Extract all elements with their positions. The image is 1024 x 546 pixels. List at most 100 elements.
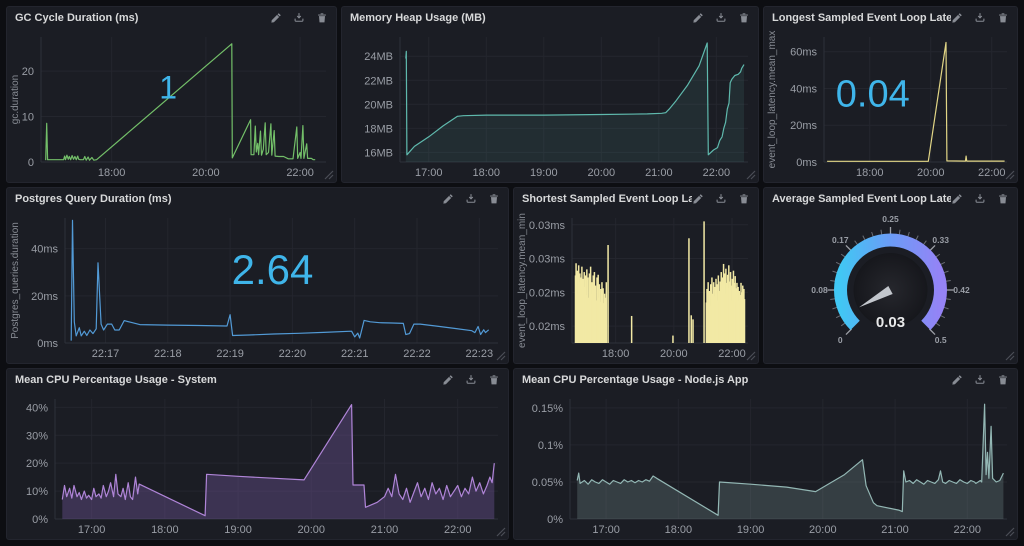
trash-icon[interactable] xyxy=(488,193,500,205)
resize-handle[interactable] xyxy=(1005,170,1015,180)
panel-actions xyxy=(442,193,500,205)
download-icon[interactable] xyxy=(974,193,986,205)
grafana-dashboard: GC Cycle Duration (ms) 18:0020:0022:0001… xyxy=(0,0,1024,546)
resize-handle[interactable] xyxy=(496,351,506,361)
svg-text:40ms: 40ms xyxy=(790,83,817,95)
resize-handle[interactable] xyxy=(1005,527,1015,537)
edit-icon[interactable] xyxy=(442,193,454,205)
resize-handle[interactable] xyxy=(1005,351,1015,361)
svg-text:0ms: 0ms xyxy=(37,338,58,350)
panel-actions xyxy=(692,12,750,24)
resize-handle[interactable] xyxy=(746,351,756,361)
panel-title[interactable]: Memory Heap Usage (MB) xyxy=(350,12,692,24)
svg-text:0.02ms: 0.02ms xyxy=(529,287,566,299)
panel-title[interactable]: Average Sampled Event Loop Latency (ms) xyxy=(772,193,951,205)
svg-text:20ms: 20ms xyxy=(31,291,58,303)
cpu-system-chart[interactable]: 17:0018:0019:0020:0021:0022:000%10%20%30… xyxy=(7,391,508,539)
panel-header[interactable]: Average Sampled Event Loop Latency (ms) xyxy=(764,188,1017,210)
edit-icon[interactable] xyxy=(692,193,704,205)
svg-text:0.42: 0.42 xyxy=(953,285,970,295)
svg-text:22:17: 22:17 xyxy=(92,348,120,360)
svg-text:0.08: 0.08 xyxy=(811,285,828,295)
trash-icon[interactable] xyxy=(738,193,750,205)
panel-header[interactable]: Mean CPU Percentage Usage - System xyxy=(7,369,508,391)
svg-text:22:22: 22:22 xyxy=(403,348,431,360)
edit-icon[interactable] xyxy=(692,12,704,24)
chart-canvas: 18:0020:0022:0001020gc.duration xyxy=(7,29,336,182)
svg-text:20:00: 20:00 xyxy=(917,167,945,179)
download-icon[interactable] xyxy=(715,193,727,205)
svg-text:20%: 20% xyxy=(26,458,48,470)
resize-handle[interactable] xyxy=(746,170,756,180)
svg-text:22:00: 22:00 xyxy=(978,167,1006,179)
chart-canvas: 17:0018:0019:0020:0021:0022:000%10%20%30… xyxy=(7,391,508,539)
svg-text:19:00: 19:00 xyxy=(224,524,252,536)
svg-text:30%: 30% xyxy=(26,430,48,442)
svg-text:22:21: 22:21 xyxy=(341,348,369,360)
svg-text:gc.duration: gc.duration xyxy=(10,75,21,124)
svg-text:60ms: 60ms xyxy=(790,47,817,59)
panel-title[interactable]: Mean CPU Percentage Usage - System xyxy=(15,374,442,386)
panel-header[interactable]: Postgres Query Duration (ms) xyxy=(7,188,508,210)
svg-text:20:00: 20:00 xyxy=(660,348,688,360)
trash-icon[interactable] xyxy=(488,374,500,386)
download-icon[interactable] xyxy=(293,12,305,24)
download-icon[interactable] xyxy=(465,374,477,386)
edit-icon[interactable] xyxy=(951,193,963,205)
average-latency-gauge: 00.080.170.250.330.420.5 xyxy=(764,210,1017,363)
gc-duration-chart[interactable]: 18:0020:0022:0001020gc.duration xyxy=(7,29,336,182)
panel-title[interactable]: Shortest Sampled Event Loop Latency (ms) xyxy=(522,193,692,205)
panel-title[interactable]: GC Cycle Duration (ms) xyxy=(15,12,270,24)
resize-handle[interactable] xyxy=(496,527,506,537)
svg-text:22:00: 22:00 xyxy=(954,524,982,536)
trash-icon[interactable] xyxy=(738,12,750,24)
svg-text:0.25: 0.25 xyxy=(882,214,899,224)
panel-header[interactable]: Longest Sampled Event Loop Latency (ms) xyxy=(764,7,1017,29)
panel-header[interactable]: Memory Heap Usage (MB) xyxy=(342,7,758,29)
panel-title[interactable]: Postgres Query Duration (ms) xyxy=(15,193,442,205)
trash-icon[interactable] xyxy=(997,193,1009,205)
postgres-duration-chart[interactable]: 22:1722:1822:1922:2022:2122:2222:230ms20… xyxy=(7,210,508,363)
panel-cpu-usage-system: Mean CPU Percentage Usage - System 17:00… xyxy=(6,368,509,540)
download-icon[interactable] xyxy=(974,12,986,24)
download-icon[interactable] xyxy=(974,374,986,386)
memory-heap-chart[interactable]: 17:0018:0019:0020:0021:0022:0016MB18MB20… xyxy=(342,29,758,182)
panel-actions xyxy=(951,193,1009,205)
svg-text:20:00: 20:00 xyxy=(588,167,616,179)
panel-actions xyxy=(270,12,328,24)
panel-actions xyxy=(442,374,500,386)
trash-icon[interactable] xyxy=(316,12,328,24)
svg-text:20ms: 20ms xyxy=(790,120,817,132)
panel-title[interactable]: Mean CPU Percentage Usage - Node.js App xyxy=(522,374,951,386)
svg-text:21:00: 21:00 xyxy=(645,167,673,179)
longest-latency-chart[interactable]: 18:0020:0022:000ms20ms40ms60msevent_loop… xyxy=(764,29,1017,182)
svg-text:22:00: 22:00 xyxy=(286,167,314,179)
trash-icon[interactable] xyxy=(997,12,1009,24)
cpu-nodejs-chart[interactable]: 17:0018:0019:0020:0021:0022:000%0.05%0.1… xyxy=(514,391,1017,539)
svg-text:0ms: 0ms xyxy=(796,157,817,169)
svg-text:0.03ms: 0.03ms xyxy=(529,254,566,266)
panel-average-event-loop-latency: Average Sampled Event Loop Latency (ms) … xyxy=(763,187,1018,364)
edit-icon[interactable] xyxy=(951,374,963,386)
svg-text:10%: 10% xyxy=(26,486,48,498)
svg-text:22:00: 22:00 xyxy=(718,348,746,360)
shortest-latency-chart[interactable]: 18:0020:0022:000.02ms0.02ms0.03ms0.03mse… xyxy=(514,210,758,363)
panel-header[interactable]: Shortest Sampled Event Loop Latency (ms) xyxy=(514,188,758,210)
edit-icon[interactable] xyxy=(951,12,963,24)
svg-text:22:00: 22:00 xyxy=(703,167,731,179)
svg-text:0%: 0% xyxy=(32,514,48,526)
edit-icon[interactable] xyxy=(270,12,282,24)
trash-icon[interactable] xyxy=(997,374,1009,386)
panel-title[interactable]: Longest Sampled Event Loop Latency (ms) xyxy=(772,12,951,24)
edit-icon[interactable] xyxy=(442,374,454,386)
download-icon[interactable] xyxy=(465,193,477,205)
svg-text:24MB: 24MB xyxy=(364,51,393,63)
svg-text:20:00: 20:00 xyxy=(809,524,837,536)
panel-actions xyxy=(951,12,1009,24)
panel-actions xyxy=(951,374,1009,386)
download-icon[interactable] xyxy=(715,12,727,24)
panel-header[interactable]: Mean CPU Percentage Usage - Node.js App xyxy=(514,369,1017,391)
svg-text:0.1%: 0.1% xyxy=(538,440,563,452)
panel-header[interactable]: GC Cycle Duration (ms) xyxy=(7,7,336,29)
resize-handle[interactable] xyxy=(324,170,334,180)
